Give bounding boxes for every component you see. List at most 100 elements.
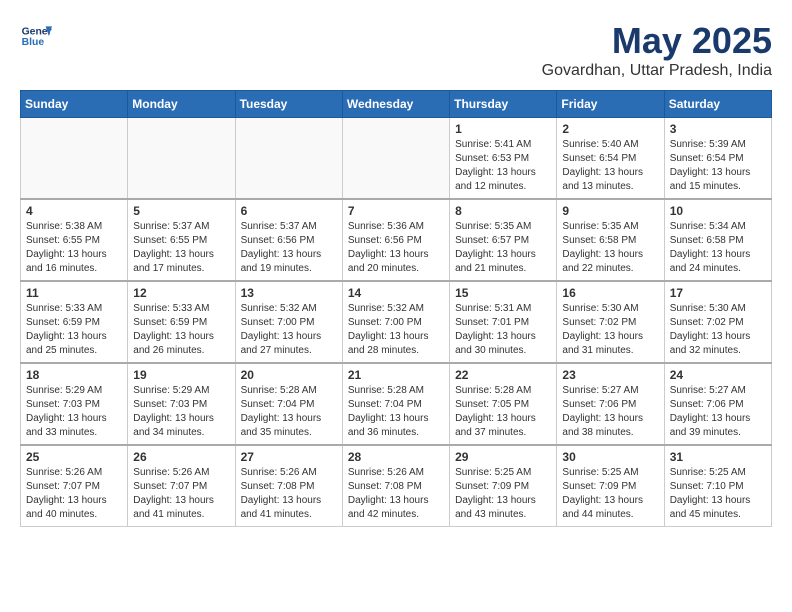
calendar-cell: 14Sunrise: 5:32 AM Sunset: 7:00 PM Dayli… [342, 281, 449, 363]
logo: General Blue [20, 20, 52, 52]
calendar-cell: 22 Sunrise: 5:28 AM Sunset: 7:05 PM Dayli… [450, 363, 557, 445]
day-number: 25 [26, 450, 122, 464]
day-number: 9 [562, 204, 658, 218]
calendar-cell: 10 Sunrise: 5:34 AM Sunset: 6:58 PM Dayli… [664, 199, 771, 281]
calendar-cell: 23 Sunrise: 5:27 AM Sunset: 7:06 PM Dayli… [557, 363, 664, 445]
day-info: Sunrise: 5:26 AM Sunset: 7:08 PM Dayligh… [348, 466, 444, 522]
day-number: 19 [133, 368, 229, 382]
calendar-cell: 16 Sunrise: 5:30 AM Sunset: 7:02 PM Dayli… [557, 281, 664, 363]
weekday-header: Monday [128, 91, 235, 118]
calendar-cell [128, 118, 235, 200]
logo-icon: General Blue [20, 20, 52, 52]
day-info: Sunrise: 5:38 AM Sunset: 6:55 PM Dayligh… [26, 220, 122, 276]
calendar-cell: 24 Sunrise: 5:27 AM Sunset: 7:06 PM Dayli… [664, 363, 771, 445]
day-number: 1 [455, 122, 551, 136]
day-number: 3 [670, 122, 766, 136]
calendar-cell: 29 Sunrise: 5:25 AM Sunset: 7:09 PM Dayli… [450, 445, 557, 527]
day-number: 29 [455, 450, 551, 464]
day-number: 28 [348, 450, 444, 464]
calendar-cell: 4 Sunrise: 5:38 AM Sunset: 6:55 PM Daylig… [21, 199, 128, 281]
day-info: Sunrise: 5:28 AM Sunset: 7:05 PM Dayligh… [455, 384, 551, 440]
calendar-cell: 11Sunrise: 5:33 AM Sunset: 6:59 PM Dayli… [21, 281, 128, 363]
day-info: Sunrise: 5:28 AM Sunset: 7:04 PM Dayligh… [348, 384, 444, 440]
calendar-cell: 20 Sunrise: 5:28 AM Sunset: 7:04 PM Dayli… [235, 363, 342, 445]
day-info: Sunrise: 5:33 AM Sunset: 6:59 PM Dayligh… [26, 302, 122, 358]
day-info: Sunrise: 5:32 AM Sunset: 7:00 PM Dayligh… [348, 302, 444, 358]
calendar-cell: 12 Sunrise: 5:33 AM Sunset: 6:59 PM Dayli… [128, 281, 235, 363]
day-number: 23 [562, 368, 658, 382]
day-info: Sunrise: 5:27 AM Sunset: 7:06 PM Dayligh… [670, 384, 766, 440]
calendar-cell: 19 Sunrise: 5:29 AM Sunset: 7:03 PM Dayli… [128, 363, 235, 445]
header: General Blue May 2025 Govardhan, Uttar P… [20, 20, 772, 80]
day-info: Sunrise: 5:31 AM Sunset: 7:01 PM Dayligh… [455, 302, 551, 358]
calendar-cell: 18 Sunrise: 5:29 AM Sunset: 7:03 PM Dayli… [21, 363, 128, 445]
weekday-header: Tuesday [235, 91, 342, 118]
calendar-cell: 2 Sunrise: 5:40 AM Sunset: 6:54 PM Daylig… [557, 118, 664, 200]
calendar-cell: 25 Sunrise: 5:26 AM Sunset: 7:07 PM Dayli… [21, 445, 128, 527]
day-number: 27 [241, 450, 337, 464]
calendar-cell: 13 Sunrise: 5:32 AM Sunset: 7:00 PM Dayli… [235, 281, 342, 363]
day-info: Sunrise: 5:30 AM Sunset: 7:02 PM Dayligh… [670, 302, 766, 358]
day-info: Sunrise: 5:29 AM Sunset: 7:03 PM Dayligh… [26, 384, 122, 440]
day-info: Sunrise: 5:26 AM Sunset: 7:07 PM Dayligh… [133, 466, 229, 522]
day-number: 17 [670, 286, 766, 300]
day-info: Sunrise: 5:25 AM Sunset: 7:09 PM Dayligh… [562, 466, 658, 522]
day-info: Sunrise: 5:28 AM Sunset: 7:04 PM Dayligh… [241, 384, 337, 440]
calendar-cell: 27Sunrise: 5:26 AM Sunset: 7:08 PM Dayli… [235, 445, 342, 527]
day-info: Sunrise: 5:25 AM Sunset: 7:09 PM Dayligh… [455, 466, 551, 522]
day-number: 16 [562, 286, 658, 300]
day-info: Sunrise: 5:36 AM Sunset: 6:56 PM Dayligh… [348, 220, 444, 276]
day-info: Sunrise: 5:29 AM Sunset: 7:03 PM Dayligh… [133, 384, 229, 440]
day-info: Sunrise: 5:41 AM Sunset: 6:53 PM Dayligh… [455, 138, 551, 194]
day-number: 24 [670, 368, 766, 382]
day-number: 15 [455, 286, 551, 300]
day-number: 2 [562, 122, 658, 136]
day-number: 12 [133, 286, 229, 300]
calendar-cell [21, 118, 128, 200]
calendar-cell: 1 Sunrise: 5:41 AM Sunset: 6:53 PM Daylig… [450, 118, 557, 200]
day-info: Sunrise: 5:30 AM Sunset: 7:02 PM Dayligh… [562, 302, 658, 358]
calendar-cell: 21Sunrise: 5:28 AM Sunset: 7:04 PM Dayli… [342, 363, 449, 445]
day-info: Sunrise: 5:25 AM Sunset: 7:10 PM Dayligh… [670, 466, 766, 522]
day-number: 20 [241, 368, 337, 382]
weekday-header: Sunday [21, 91, 128, 118]
title-area: May 2025 Govardhan, Uttar Pradesh, India [542, 20, 772, 80]
day-number: 18 [26, 368, 122, 382]
day-number: 10 [670, 204, 766, 218]
calendar-cell: 7Sunrise: 5:36 AM Sunset: 6:56 PM Daylig… [342, 199, 449, 281]
day-number: 13 [241, 286, 337, 300]
day-number: 30 [562, 450, 658, 464]
weekday-header: Thursday [450, 91, 557, 118]
day-info: Sunrise: 5:37 AM Sunset: 6:56 PM Dayligh… [241, 220, 337, 276]
weekday-header: Friday [557, 91, 664, 118]
day-info: Sunrise: 5:27 AM Sunset: 7:06 PM Dayligh… [562, 384, 658, 440]
day-info: Sunrise: 5:34 AM Sunset: 6:58 PM Dayligh… [670, 220, 766, 276]
calendar-cell: 9 Sunrise: 5:35 AM Sunset: 6:58 PM Daylig… [557, 199, 664, 281]
day-number: 22 [455, 368, 551, 382]
day-number: 31 [670, 450, 766, 464]
calendar-cell: 15 Sunrise: 5:31 AM Sunset: 7:01 PM Dayli… [450, 281, 557, 363]
calendar-cell: 30 Sunrise: 5:25 AM Sunset: 7:09 PM Dayli… [557, 445, 664, 527]
day-number: 4 [26, 204, 122, 218]
calendar-cell [235, 118, 342, 200]
day-info: Sunrise: 5:32 AM Sunset: 7:00 PM Dayligh… [241, 302, 337, 358]
weekday-header: Wednesday [342, 91, 449, 118]
calendar-cell: 17 Sunrise: 5:30 AM Sunset: 7:02 PM Dayli… [664, 281, 771, 363]
day-info: Sunrise: 5:33 AM Sunset: 6:59 PM Dayligh… [133, 302, 229, 358]
calendar-cell: 5Sunrise: 5:37 AM Sunset: 6:55 PM Daylig… [128, 199, 235, 281]
weekday-header: Saturday [664, 91, 771, 118]
calendar-cell: 28 Sunrise: 5:26 AM Sunset: 7:08 PM Dayli… [342, 445, 449, 527]
month-title: May 2025 [542, 20, 772, 62]
day-number: 6 [241, 204, 337, 218]
day-info: Sunrise: 5:37 AM Sunset: 6:55 PM Dayligh… [133, 220, 229, 276]
svg-text:Blue: Blue [22, 37, 45, 48]
day-number: 26 [133, 450, 229, 464]
day-info: Sunrise: 5:26 AM Sunset: 7:07 PM Dayligh… [26, 466, 122, 522]
day-info: Sunrise: 5:35 AM Sunset: 6:58 PM Dayligh… [562, 220, 658, 276]
day-info: Sunrise: 5:39 AM Sunset: 6:54 PM Dayligh… [670, 138, 766, 194]
day-info: Sunrise: 5:35 AM Sunset: 6:57 PM Dayligh… [455, 220, 551, 276]
day-info: Sunrise: 5:40 AM Sunset: 6:54 PM Dayligh… [562, 138, 658, 194]
calendar-cell: 8Sunrise: 5:35 AM Sunset: 6:57 PM Daylig… [450, 199, 557, 281]
calendar-cell: 6 Sunrise: 5:37 AM Sunset: 6:56 PM Daylig… [235, 199, 342, 281]
calendar-cell: 3 Sunrise: 5:39 AM Sunset: 6:54 PM Daylig… [664, 118, 771, 200]
